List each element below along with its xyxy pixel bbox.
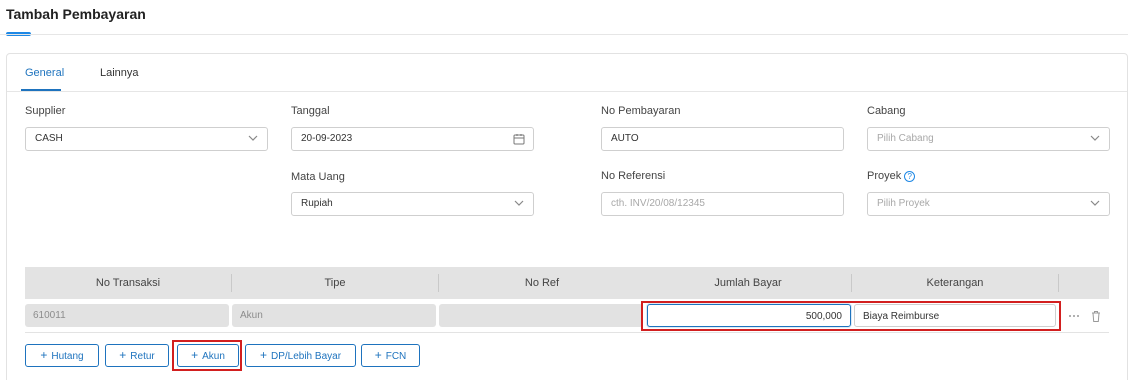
- plus-icon: +: [259, 348, 267, 362]
- cabang-label: Cabang: [867, 105, 906, 117]
- plus-icon: +: [40, 348, 48, 362]
- table-header: No Transaksi Tipe No Ref Jumlah Bayar Ke…: [25, 267, 1109, 299]
- no-referensi-input[interactable]: cth. INV/20/08/12345: [601, 192, 844, 216]
- no-pembayaran-value: AUTO: [611, 133, 639, 144]
- header-divider: [1058, 274, 1059, 292]
- no-ref-cell: [439, 304, 643, 327]
- tab-general[interactable]: General: [25, 67, 64, 79]
- trash-icon[interactable]: [1089, 309, 1103, 323]
- question-circle-icon[interactable]: ?: [904, 171, 916, 182]
- tipe-cell: Akun: [232, 304, 436, 327]
- mata-uang-label: Mata Uang: [291, 171, 345, 183]
- chevron-down-icon: [1090, 200, 1100, 206]
- tanggal-label: Tanggal: [291, 105, 330, 117]
- highlight-box: [172, 340, 242, 371]
- mata-uang-select[interactable]: Rupiah: [291, 192, 534, 216]
- add-retur-label: Retur: [130, 351, 155, 362]
- no-pembayaran-input[interactable]: AUTO: [601, 127, 844, 151]
- add-hutang-button[interactable]: + Hutang: [25, 344, 99, 367]
- add-dp-lebih-bayar-button[interactable]: + DP/Lebih Bayar: [245, 344, 356, 367]
- proyek-placeholder: Pilih Proyek: [877, 198, 930, 209]
- mata-uang-value: Rupiah: [301, 198, 333, 209]
- header-keterangan: Keterangan: [926, 277, 984, 289]
- supplier-select[interactable]: CASH: [25, 127, 268, 151]
- tanggal-value: 20-09-2023: [301, 133, 353, 144]
- add-fcn-label: FCN: [385, 351, 407, 362]
- proyek-label-group: Proyek?: [867, 170, 916, 182]
- add-dp-label: DP/Lebih Bayar: [270, 351, 342, 362]
- header-no-transaksi: No Transaksi: [95, 277, 161, 289]
- no-referensi-label: No Referensi: [601, 170, 666, 182]
- header-jumlah-bayar: Jumlah Bayar: [714, 277, 782, 289]
- page-title: Tambah Pembayaran: [6, 6, 146, 22]
- more-options-icon[interactable]: [1067, 309, 1081, 323]
- cabang-select[interactable]: Pilih Cabang: [867, 127, 1110, 151]
- header-no-ref: No Ref: [524, 277, 560, 289]
- tab-lainnya[interactable]: Lainnya: [100, 67, 139, 79]
- header-tipe: Tipe: [324, 277, 346, 289]
- calendar-icon[interactable]: [513, 133, 525, 145]
- no-pembayaran-label: No Pembayaran: [601, 105, 681, 117]
- tanggal-date-input[interactable]: 20-09-2023: [291, 127, 534, 151]
- add-hutang-label: Hutang: [51, 351, 84, 362]
- tabs-divider: [7, 91, 1127, 92]
- title-divider: [0, 34, 1128, 35]
- add-fcn-button[interactable]: + FCN: [361, 344, 420, 367]
- chevron-down-icon: [248, 135, 258, 141]
- supplier-value: CASH: [35, 133, 63, 144]
- form-card: General Lainnya Supplier CASH Tanggal 20…: [6, 53, 1128, 380]
- plus-icon: +: [374, 348, 382, 362]
- no-transaksi-cell: 610011: [25, 304, 229, 327]
- supplier-label: Supplier: [25, 105, 66, 117]
- chevron-down-icon: [1090, 135, 1100, 141]
- plus-icon: +: [119, 348, 127, 362]
- highlight-box: [641, 301, 1061, 331]
- proyek-label: Proyek: [867, 170, 902, 182]
- add-retur-button[interactable]: + Retur: [105, 344, 169, 367]
- no-referensi-placeholder: cth. INV/20/08/12345: [611, 198, 705, 209]
- cabang-placeholder: Pilih Cabang: [877, 133, 934, 144]
- chevron-down-icon: [514, 200, 524, 206]
- proyek-select[interactable]: Pilih Proyek: [867, 192, 1110, 216]
